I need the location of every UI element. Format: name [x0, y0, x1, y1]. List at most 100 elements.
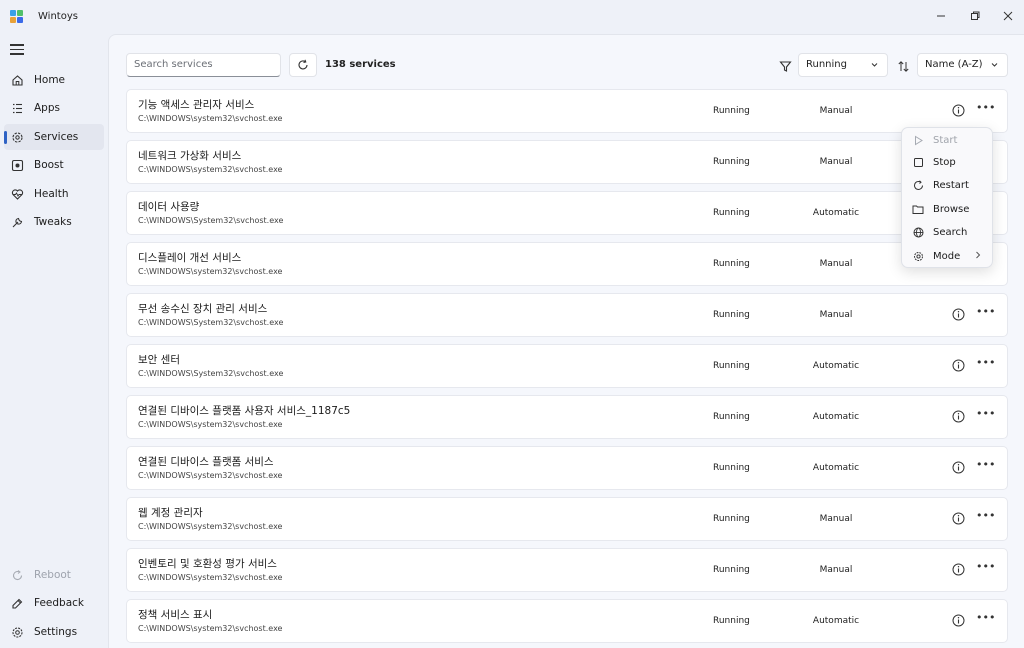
service-row[interactable]: 기능 액세스 관리자 서비스 C:\WINDOWS\system32\svcho…	[126, 89, 1008, 133]
sidebar-item-tweaks[interactable]: Tweaks	[4, 209, 104, 235]
more-options-icon[interactable]: •••	[976, 459, 995, 474]
search-input[interactable]: Search services	[126, 53, 281, 77]
more-options-icon[interactable]: •••	[976, 561, 995, 576]
sidebar-item-label: Apps	[34, 102, 60, 114]
service-name: 무선 송수신 장치 관리 서비스	[138, 303, 268, 315]
service-name: 네트워크 가상화 서비스	[138, 150, 242, 162]
service-path: C:\WINDOWS\system32\svchost.exe	[138, 624, 283, 633]
service-status: Running	[713, 259, 750, 269]
tweaks-icon	[10, 215, 24, 229]
info-icon[interactable]	[952, 563, 965, 576]
service-status: Running	[713, 463, 750, 473]
more-options-icon[interactable]: •••	[976, 357, 995, 372]
menu-item-start[interactable]: Start	[906, 129, 990, 151]
more-options-icon[interactable]: •••	[976, 102, 995, 117]
wintoys-logo-icon	[10, 10, 24, 24]
menu-item-label: Search	[933, 226, 968, 238]
stop-icon	[912, 156, 924, 168]
play-icon	[912, 134, 924, 146]
service-mode: Manual	[819, 310, 853, 320]
service-row[interactable]: 디스플레이 개선 서비스 C:\WINDOWS\system32\svchost…	[126, 242, 1008, 286]
service-path: C:\WINDOWS\system32\svchost.exe	[138, 165, 283, 174]
service-status: Running	[713, 157, 750, 167]
close-button[interactable]	[993, 4, 1023, 28]
service-row[interactable]: 무선 송수신 장치 관리 서비스 C:\WINDOWS\System32\svc…	[126, 293, 1008, 337]
menu-item-restart[interactable]: Restart	[906, 174, 990, 196]
sidebar-item-label: Health	[34, 188, 69, 200]
reboot-icon	[10, 568, 24, 582]
service-status: Running	[713, 361, 750, 371]
service-path: C:\WINDOWS\system32\svchost.exe	[138, 573, 283, 582]
service-name: 데이터 사용량	[138, 201, 200, 213]
service-mode: Automatic	[812, 361, 860, 371]
sidebar-item-label: Boost	[34, 159, 64, 171]
menu-item-label: Stop	[933, 156, 956, 168]
restore-icon	[971, 11, 980, 20]
service-row[interactable]: 보안 센터 C:\WINDOWS\System32\svchost.exe Ru…	[126, 344, 1008, 388]
apps-icon	[10, 101, 24, 115]
service-name: 웹 계정 관리자	[138, 507, 203, 519]
sidebar-item-services[interactable]: Services	[4, 124, 104, 150]
service-path: C:\WINDOWS\system32\svchost.exe	[138, 114, 283, 123]
sidebar-item-feedback[interactable]: Feedback	[4, 590, 104, 616]
status-filter-dropdown[interactable]: Running	[798, 53, 888, 77]
service-row[interactable]: 연결된 디바이스 플랫폼 사용자 서비스_1187c5 C:\WINDOWS\s…	[126, 395, 1008, 439]
info-icon[interactable]	[952, 359, 965, 372]
menu-item-label: Start	[933, 134, 958, 146]
gear-icon	[912, 250, 924, 262]
service-row[interactable]: 네트워크 가상화 서비스 C:\WINDOWS\system32\svchost…	[126, 140, 1008, 184]
hamburger-menu-icon[interactable]	[10, 44, 24, 56]
sidebar-item-apps[interactable]: Apps	[4, 95, 104, 121]
status-filter-value: Running	[806, 59, 847, 70]
folder-icon	[912, 203, 924, 215]
sidebar: Home Apps Services Boost Health Tweaks R…	[0, 34, 108, 648]
info-icon[interactable]	[952, 308, 965, 321]
main-panel: Search services 138 services Running Nam…	[108, 34, 1024, 648]
chevron-right-icon	[976, 251, 981, 259]
service-mode: Manual	[819, 259, 853, 269]
more-options-icon[interactable]: •••	[976, 408, 995, 423]
sidebar-item-boost[interactable]: Boost	[4, 152, 104, 178]
menu-item-browse[interactable]: Browse	[906, 198, 990, 220]
minimize-button[interactable]	[926, 4, 956, 28]
info-icon[interactable]	[952, 104, 965, 117]
sidebar-item-settings[interactable]: Settings	[4, 619, 104, 645]
sidebar-item-health[interactable]: Health	[4, 181, 104, 207]
service-status: Running	[713, 565, 750, 575]
sidebar-item-label: Feedback	[34, 597, 85, 609]
service-name: 연결된 디바이스 플랫폼 사용자 서비스_1187c5	[138, 405, 351, 417]
sidebar-item-label: Tweaks	[34, 216, 72, 228]
service-row[interactable]: 인벤토리 및 호환성 평가 서비스 C:\WINDOWS\system32\sv…	[126, 548, 1008, 592]
sidebar-item-home[interactable]: Home	[4, 67, 104, 93]
refresh-button[interactable]	[289, 53, 317, 77]
chevron-down-icon	[991, 63, 998, 67]
menu-item-mode[interactable]: Mode	[906, 245, 990, 267]
service-status: Running	[713, 616, 750, 626]
info-icon[interactable]	[952, 410, 965, 423]
service-row[interactable]: 정책 서비스 표시 C:\WINDOWS\system32\svchost.ex…	[126, 599, 1008, 643]
menu-item-stop[interactable]: Stop	[906, 151, 990, 173]
info-icon[interactable]	[952, 461, 965, 474]
service-status: Running	[713, 412, 750, 422]
sort-dropdown[interactable]: Name (A-Z)	[917, 53, 1008, 77]
more-options-icon[interactable]: •••	[976, 612, 995, 627]
service-name: 정책 서비스 표시	[138, 609, 213, 621]
info-icon[interactable]	[952, 512, 965, 525]
service-path: C:\WINDOWS\System32\svchost.exe	[138, 369, 284, 378]
maximize-button[interactable]	[960, 4, 990, 28]
service-row[interactable]: 데이터 사용량 C:\WINDOWS\System32\svchost.exe …	[126, 191, 1008, 235]
boost-icon	[10, 158, 24, 172]
service-name: 연결된 디바이스 플랫폼 서비스	[138, 456, 274, 468]
service-row[interactable]: 연결된 디바이스 플랫폼 서비스 C:\WINDOWS\system32\svc…	[126, 446, 1008, 490]
sidebar-item-label: Reboot	[34, 569, 71, 581]
service-path: C:\WINDOWS\system32\svchost.exe	[138, 420, 283, 429]
service-name: 인벤토리 및 호환성 평가 서비스	[138, 558, 277, 570]
refresh-icon	[298, 59, 308, 70]
more-options-icon[interactable]: •••	[976, 306, 995, 321]
service-mode: Manual	[819, 106, 853, 116]
menu-item-search[interactable]: Search	[906, 221, 990, 243]
info-icon[interactable]	[952, 614, 965, 627]
sidebar-item-reboot[interactable]: Reboot	[4, 562, 104, 588]
service-row[interactable]: 웹 계정 관리자 C:\WINDOWS\system32\svchost.exe…	[126, 497, 1008, 541]
more-options-icon[interactable]: •••	[976, 510, 995, 525]
